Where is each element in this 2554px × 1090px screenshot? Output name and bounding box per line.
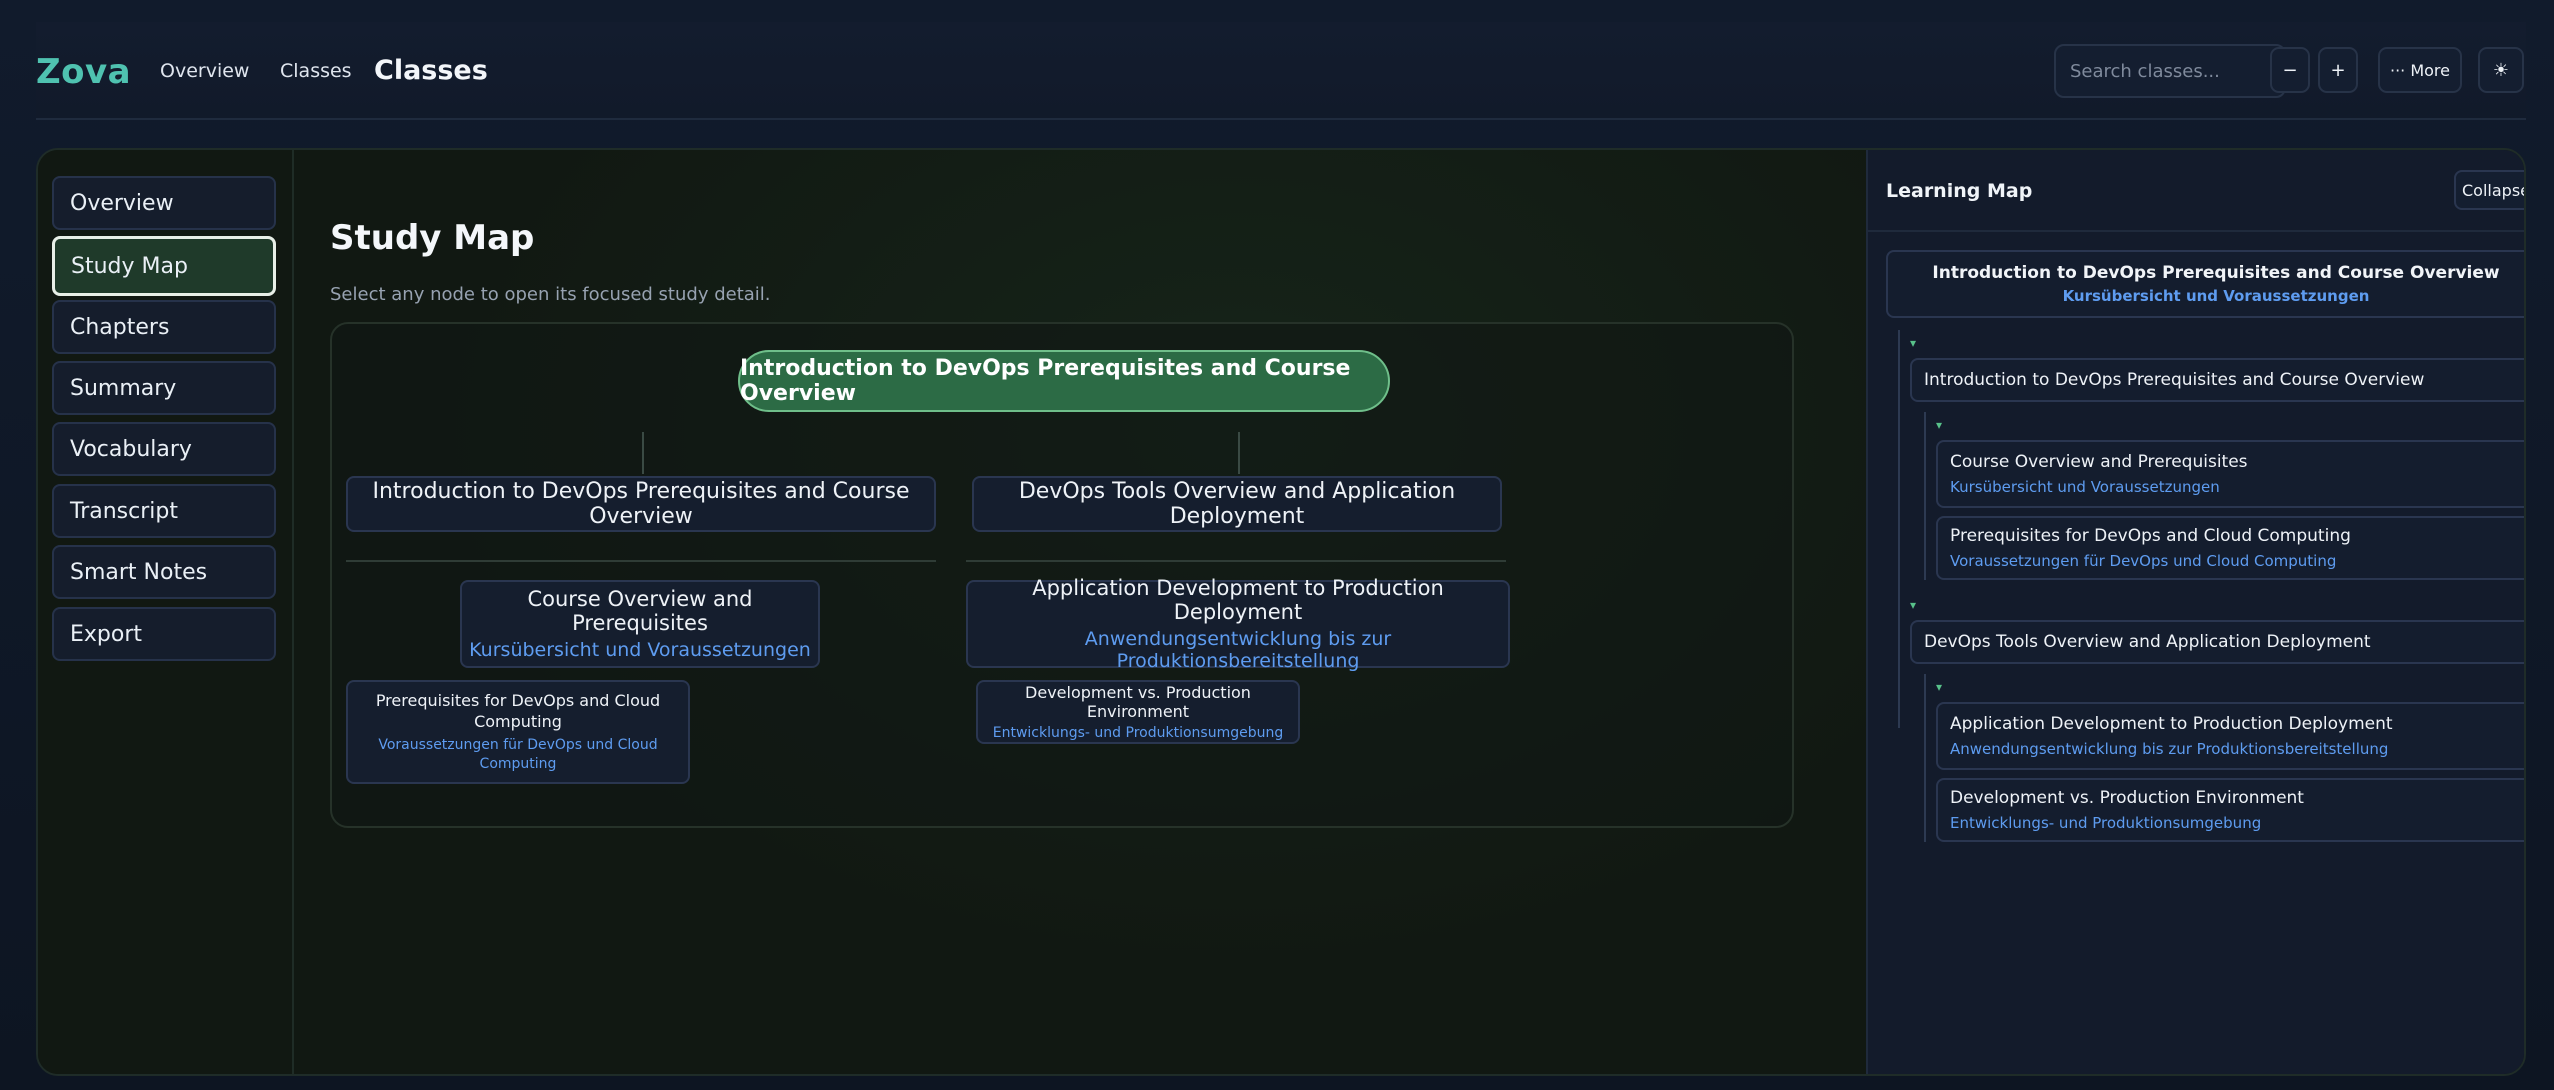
zoom-in-button[interactable]: + — [2318, 47, 2358, 93]
plus-icon: + — [2330, 59, 2346, 81]
map-child-node[interactable]: Course Overview and Prerequisites Kursüb… — [460, 580, 820, 668]
zoom-out-button[interactable]: − — [2270, 47, 2310, 93]
connector-line — [1238, 432, 1240, 474]
minus-icon: − — [2282, 59, 2298, 81]
brand-logo[interactable]: Zova — [36, 52, 131, 92]
sidebar-item-study-map[interactable]: Study Map — [52, 236, 276, 296]
map-branch-node[interactable]: Introduction to DevOps Prerequisites and… — [346, 476, 936, 532]
map-root-node[interactable]: Introduction to DevOps Prerequisites and… — [738, 350, 1390, 412]
expand-caret-icon[interactable]: ▾ — [1936, 680, 1942, 694]
tree-root-node[interactable]: Introduction to DevOps Prerequisites and… — [1886, 250, 2524, 318]
sidebar-item-overview[interactable]: Overview — [52, 176, 276, 230]
tree-leaf-node[interactable]: Prerequisites for DevOps and Cloud Compu… — [1936, 516, 2524, 580]
app-window: Zova Overview Classes Classes − + ··· Mo… — [0, 0, 2554, 1090]
more-button[interactable]: ··· More — [2378, 47, 2462, 93]
learning-map-panel: Learning Map Collapse Introduction to De… — [1866, 150, 2524, 1074]
tree-guide-line — [1898, 330, 1900, 728]
sidebar-item-export[interactable]: Export — [52, 607, 276, 661]
sidebar-item-vocabulary[interactable]: Vocabulary — [52, 422, 276, 476]
tree-section-node[interactable]: DevOps Tools Overview and Application De… — [1910, 620, 2524, 664]
nav-classes-link[interactable]: Classes — [280, 60, 352, 82]
sidebar-item-summary[interactable]: Summary — [52, 361, 276, 415]
sidebar-item-smart-notes[interactable]: Smart Notes — [52, 545, 276, 599]
tree-guide-line — [1924, 674, 1926, 842]
main-shell: Overview Study Map Chapters Summary Voca… — [36, 148, 2526, 1076]
top-bar: Zova Overview Classes Classes − + ··· Mo… — [36, 22, 2526, 120]
collapse-button[interactable]: Collapse — [2454, 170, 2524, 210]
map-branch-node[interactable]: DevOps Tools Overview and Application De… — [972, 476, 1502, 532]
tree-leaf-node[interactable]: Application Development to Production De… — [1936, 702, 2524, 770]
tree-guide-line — [1924, 412, 1926, 580]
panel-title: Learning Map — [1886, 180, 2033, 202]
tree-leaf-node[interactable]: Development vs. Production Environment E… — [1936, 778, 2524, 842]
divider — [966, 560, 1506, 562]
study-map-area: Study Map Select any node to open its fo… — [294, 150, 1866, 1074]
expand-caret-icon[interactable]: ▾ — [1910, 336, 1916, 350]
search-input[interactable] — [2054, 44, 2286, 98]
page-subtitle: Select any node to open its focused stud… — [330, 284, 771, 305]
expand-caret-icon[interactable]: ▾ — [1910, 598, 1916, 612]
sidebar-item-chapters[interactable]: Chapters — [52, 300, 276, 354]
connector-line — [642, 432, 644, 474]
expand-caret-icon[interactable]: ▾ — [1936, 418, 1942, 432]
tree-section-node[interactable]: Introduction to DevOps Prerequisites and… — [1910, 358, 2524, 402]
page-heading: Classes — [374, 55, 488, 86]
panel-divider — [1868, 230, 2524, 232]
mind-map: Introduction to DevOps Prerequisites and… — [330, 322, 1794, 828]
page-title: Study Map — [330, 218, 535, 258]
map-child-node[interactable]: Application Development to Production De… — [966, 576, 1510, 672]
map-leaf-node[interactable]: Development vs. Production Environment E… — [976, 680, 1300, 744]
sidebar: Overview Study Map Chapters Summary Voca… — [38, 150, 294, 1074]
divider — [346, 560, 936, 562]
theme-toggle-button[interactable]: ☀ — [2478, 47, 2524, 93]
tree-leaf-node[interactable]: Course Overview and Prerequisites Kursüb… — [1936, 440, 2524, 508]
nav-overview-link[interactable]: Overview — [160, 60, 249, 82]
sun-icon: ☀ — [2492, 59, 2510, 81]
sidebar-item-transcript[interactable]: Transcript — [52, 484, 276, 538]
map-leaf-node[interactable]: Prerequisites for DevOps and Cloud Compu… — [346, 680, 690, 784]
